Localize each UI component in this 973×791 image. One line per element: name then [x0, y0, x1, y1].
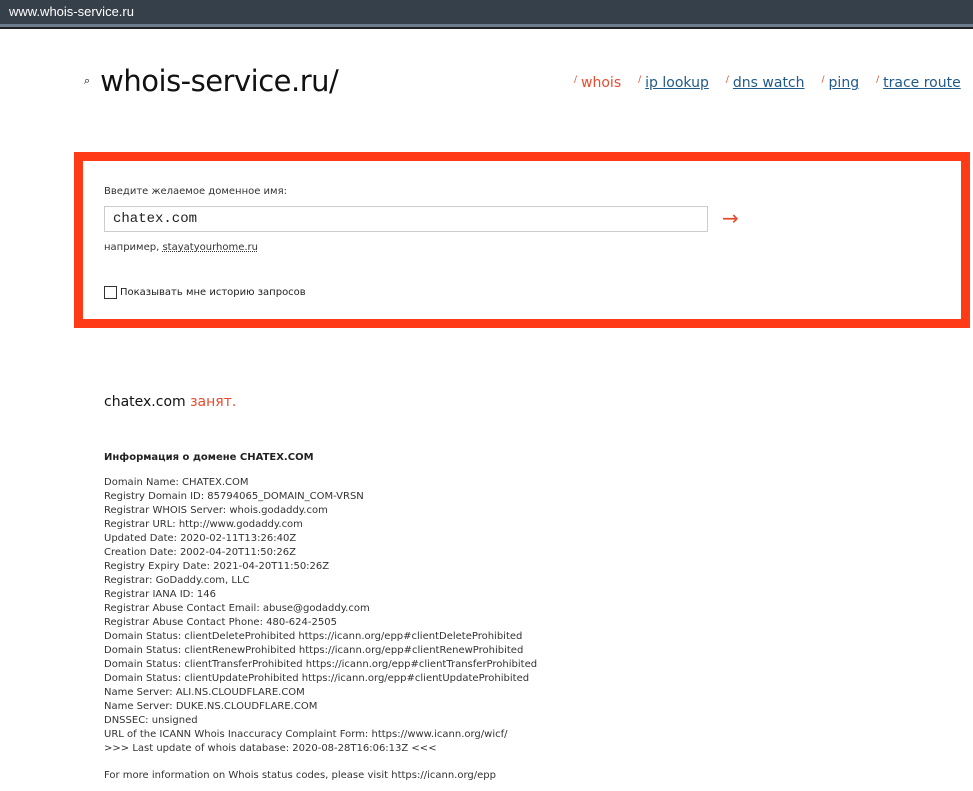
whois-line: Name Server: ALI.NS.CLOUDFLARE.COM [104, 687, 305, 698]
whois-footer: For more information on Whois status cod… [104, 770, 496, 781]
whois-line: DNSSEC: unsigned [104, 715, 198, 726]
highlight-frame [74, 152, 970, 328]
search-icon: ⌕ [84, 74, 91, 87]
whois-line: Registrar IANA ID: 146 [104, 589, 217, 600]
info-title: Информация о домене CHATEX.COM [104, 452, 314, 463]
main-nav: / whois / ip lookup / dns watch / ping / trac… [574, 75, 961, 91]
whois-line: Registrar Abuse Contact Phone: 480-624-2… [104, 617, 337, 628]
whois-line: URL of the ICANN Whois Inaccuracy Compla… [104, 729, 508, 740]
whois-line: Creation Date: 2002-04-20T11:50:26Z [104, 547, 296, 558]
domain-status: chatex.com занят. [104, 394, 237, 410]
whois-line: Domain Status: clientUpdateProhibited ht… [104, 673, 530, 684]
nav-ip-lookup[interactable]: / ip lookup [638, 75, 709, 91]
domain-label: Введите желаемое доменное имя: [104, 186, 287, 197]
whois-line: Updated Date: 2020-02-11T13:26:40Z [104, 533, 297, 544]
nav-ping[interactable]: / ping [822, 75, 860, 91]
whois-line: Registrar Abuse Contact Email: abuse@god… [104, 603, 370, 614]
nav-whois[interactable]: / whois [574, 75, 621, 91]
nav-dns-watch[interactable]: / dns watch [726, 75, 805, 91]
site-logo[interactable]: ⌕ whois-service.ru/ [84, 64, 339, 98]
example-text: например, stayatyourhome.ru [104, 242, 258, 253]
whois-line: Domain Status: clientDeleteProhibited ht… [104, 631, 523, 642]
whois-line: Registrar URL: http://www.godaddy.com [104, 519, 303, 530]
history-checkbox[interactable]: Показывать мне историю запросов [104, 286, 306, 299]
domain-input[interactable]: chatex.com [104, 206, 708, 232]
arrow-right-icon[interactable]: → [722, 206, 739, 230]
whois-record: Domain Name: CHATEX.COM Registry Domain I… [104, 476, 537, 756]
browser-address-bar[interactable]: www.whois-service.ru [0, 0, 973, 27]
whois-line: Domain Status: clientTransferProhibited … [104, 659, 538, 670]
whois-line: Registry Domain ID: 85794065_DOMAIN_COM-… [104, 491, 364, 502]
whois-line: Name Server: DUKE.NS.CLOUDFLARE.COM [104, 701, 318, 712]
nav-trace-route[interactable]: / trace route [876, 75, 961, 91]
whois-line: Registrar: GoDaddy.com, LLC [104, 575, 250, 586]
whois-line: Registry Expiry Date: 2021-04-20T11:50:2… [104, 561, 330, 572]
address-text[interactable]: www.whois-service.ru [9, 4, 134, 19]
whois-line: >>> Last update of whois database: 2020-… [104, 743, 437, 754]
whois-line: Registrar WHOIS Server: whois.godaddy.co… [104, 505, 328, 516]
example-link[interactable]: stayatyourhome.ru [162, 242, 258, 253]
checkbox-box[interactable] [104, 286, 117, 299]
logo-text: whois-service.ru/ [100, 64, 339, 98]
whois-line: Domain Status: clientRenewProhibited htt… [104, 645, 524, 656]
whois-line: Domain Name: CHATEX.COM [104, 477, 249, 488]
